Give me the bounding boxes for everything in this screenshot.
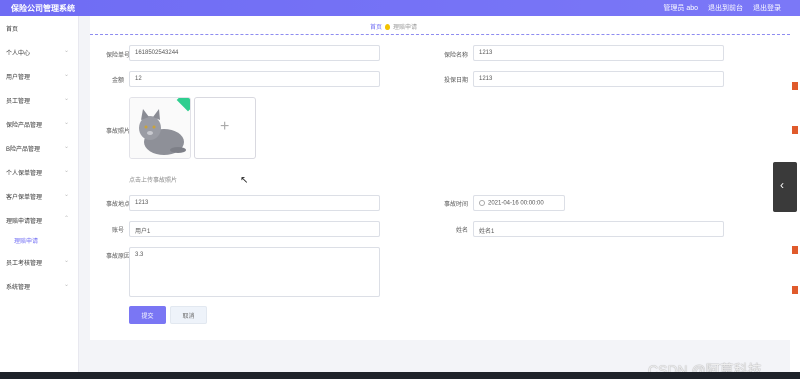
header-actions: 管理员 abo 退出到前台 退出登录 — [663, 3, 781, 13]
name-field[interactable]: 姓名1 — [473, 221, 724, 237]
chevron-down-icon: ⌄ — [64, 120, 70, 126]
sidebar-item-assessment[interactable]: 员工考核管理 ⌄ — [0, 256, 79, 268]
sidebar-item-profile[interactable]: 个人中心 ⌄ — [0, 46, 79, 58]
sidebar-item-label: 首页 — [6, 27, 19, 33]
sidebar-item-label: 个人中心 — [6, 51, 31, 57]
time-label: 事故时间 — [443, 202, 468, 208]
marker-icon — [792, 286, 798, 294]
upload-button[interactable]: + — [194, 97, 256, 159]
sidebar-item-home[interactable]: 首页 — [0, 22, 79, 34]
sidebar-item-users[interactable]: 用户管理 ⌄ — [0, 70, 79, 82]
main-panel: 首页 理赔申请 保险单号 1618502543244 保险名称 1213 金额 … — [90, 16, 790, 340]
insurance-name-field[interactable]: 1213 — [473, 45, 724, 61]
admin-label: 管理员 abo — [663, 5, 698, 12]
plus-icon: + — [220, 118, 230, 135]
breadcrumb: 首页 理赔申请 — [370, 22, 417, 31]
app-title: 保险公司管理系统 — [11, 4, 75, 13]
reason-label: 事故原因 — [105, 254, 130, 260]
policy-no-label: 保险单号 — [105, 53, 130, 59]
chevron-down-icon: ⌄ — [64, 72, 70, 78]
insure-date-field[interactable]: 1213 — [473, 71, 724, 87]
marker-icon — [792, 246, 798, 254]
accident-photo[interactable] — [129, 97, 191, 159]
sidebar-item-products-b[interactable]: B险产品管理 ⌄ — [0, 142, 79, 154]
back-to-front-link[interactable]: 退出到前台 — [708, 3, 743, 13]
divider — [90, 34, 790, 35]
chevron-down-icon: ⌄ — [64, 282, 70, 288]
logout-link[interactable]: 退出登录 — [753, 3, 781, 13]
account-field[interactable]: 用户1 — [129, 221, 380, 237]
photo-label: 事故照片 — [105, 129, 130, 135]
mouse-cursor-icon: ↖ — [240, 175, 249, 186]
cancel-button[interactable]: 取消 — [170, 306, 207, 324]
sidebar-item-label: 用户管理 — [6, 75, 31, 81]
chevron-down-icon: ⌄ — [64, 48, 70, 54]
upload-hint: 点击上传事故照片 — [129, 178, 178, 184]
sidebar-item-system[interactable]: 系统管理 ⌄ — [0, 280, 79, 292]
clock-icon — [479, 200, 485, 206]
chevron-down-icon: ⌄ — [64, 144, 70, 150]
time-field[interactable]: 2021-04-16 00:00:00 — [473, 195, 565, 211]
location-field[interactable]: 1213 — [129, 195, 380, 211]
time-value: 2021-04-16 00:00:00 — [488, 200, 544, 207]
sidebar-item-label: 理赔申请 — [14, 239, 39, 245]
collapse-side-tab[interactable]: ‹ — [773, 162, 797, 212]
marker-icon — [792, 126, 798, 134]
cat-photo-image — [130, 98, 190, 158]
sidebar-item-label: 员工考核管理 — [6, 261, 43, 267]
chevron-down-icon: ⌄ — [64, 168, 70, 174]
insurance-name-label: 保险名称 — [443, 53, 468, 59]
amount-field[interactable]: 12 — [129, 71, 380, 87]
marker-icon — [792, 82, 798, 90]
sidebar-item-label: 客户保单管理 — [6, 195, 43, 201]
bottom-bar — [0, 372, 800, 379]
chevron-down-icon: ⌄ — [64, 258, 70, 264]
lightbulb-icon — [385, 23, 391, 30]
top-bar: 保险公司管理系统 管理员 abo 退出到前台 退出登录 — [0, 0, 800, 16]
submit-button[interactable]: 提交 — [129, 306, 166, 324]
sidebar-item-customer-policy[interactable]: 客户保单管理 ⌄ — [0, 190, 79, 202]
breadcrumb-current: 理赔申请 — [393, 25, 418, 31]
sidebar-item-label: 员工管理 — [6, 99, 31, 105]
chevron-up-icon: ⌃ — [64, 216, 70, 222]
chevron-down-icon: ⌄ — [64, 192, 70, 198]
sidebar: 首页 个人中心 ⌄ 用户管理 ⌄ 员工管理 ⌄ 保险产品管理 ⌄ B险产品管理 ⌄ 个人保… — [0, 16, 79, 379]
chevron-down-icon: ⌄ — [64, 96, 70, 102]
breadcrumb-home[interactable]: 首页 — [370, 22, 382, 31]
location-label: 事故地点 — [105, 202, 130, 208]
insure-date-label: 投保日期 — [443, 78, 468, 84]
policy-no-field[interactable]: 1618502543244 — [129, 45, 380, 61]
amount-label: 金额 — [111, 78, 124, 84]
reason-textarea[interactable]: 3.3 — [129, 247, 380, 297]
sidebar-item-label: B险产品管理 — [6, 147, 41, 153]
sidebar-item-claim-apply[interactable]: 理赔申请 — [0, 234, 79, 246]
sidebar-item-label: 系统管理 — [6, 285, 31, 291]
name-label: 姓名 — [455, 228, 468, 234]
chevron-left-icon: ‹ — [780, 178, 784, 192]
sidebar-item-label: 理赔申请管理 — [6, 219, 43, 225]
sidebar-item-label: 保险产品管理 — [6, 123, 43, 129]
sidebar-item-label: 个人保单管理 — [6, 171, 43, 177]
sidebar-item-personal-policy[interactable]: 个人保单管理 ⌄ — [0, 166, 79, 178]
sidebar-item-staff[interactable]: 员工管理 ⌄ — [0, 94, 79, 106]
account-label: 账号 — [111, 228, 124, 234]
sidebar-item-claims[interactable]: 理赔申请管理 ⌃ — [0, 214, 79, 226]
sidebar-item-products[interactable]: 保险产品管理 ⌄ — [0, 118, 79, 130]
